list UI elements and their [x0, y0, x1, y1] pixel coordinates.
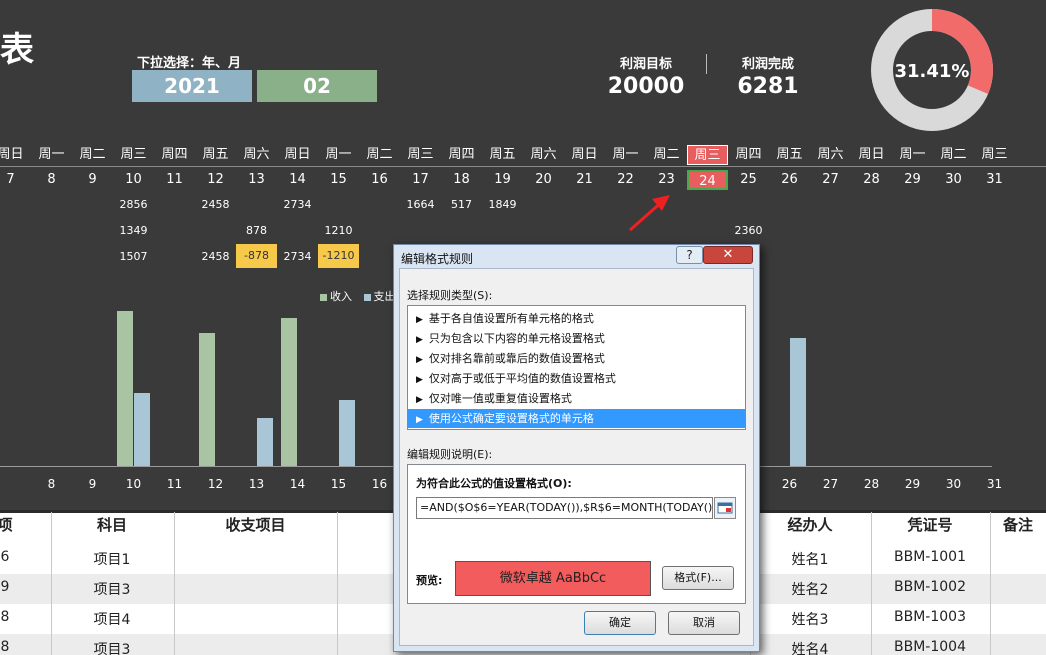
triangle-right-icon: ▶ [416, 395, 423, 405]
rule-type-item[interactable]: ▶ 使用公式确定要设置格式的单元格 [408, 409, 745, 428]
rule-type-label: 仅对排名靠前或靠后的数值设置格式 [428, 352, 605, 365]
rule-type-label: 仅对高于或低于平均值的数值设置格式 [428, 372, 616, 385]
rule-type-label: 仅对唯一值或重复值设置格式 [428, 392, 572, 405]
formula-label: 为符合此公式的值设置格式(O): [416, 477, 572, 490]
rule-type-label: 基于各自值设置所有单元格的格式 [428, 312, 594, 325]
rule-type-label: 只为包含以下内容的单元格设置格式 [428, 332, 605, 345]
help-icon[interactable]: ? [676, 246, 703, 264]
rule-type-item[interactable]: ▶ 仅对排名靠前或靠后的数值设置格式 [408, 349, 745, 368]
rule-type-item[interactable]: ▶ 基于各自值设置所有单元格的格式 [408, 309, 745, 328]
triangle-right-icon: ▶ [416, 355, 423, 365]
dialog-title: 编辑格式规则 [401, 252, 474, 266]
rule-type-label: 使用公式确定要设置格式的单元格 [428, 412, 594, 425]
cancel-button[interactable]: 取消 [668, 611, 740, 635]
format-preview: 微软卓越 AaBbCc [455, 561, 651, 596]
format-button[interactable]: 格式(F)... [662, 566, 734, 590]
triangle-right-icon: ▶ [416, 335, 423, 345]
triangle-right-icon: ▶ [416, 375, 423, 385]
range-select-icon [717, 502, 733, 514]
rule-type-item[interactable]: ▶ 只为包含以下内容的单元格设置格式 [408, 329, 745, 348]
rule-type-item[interactable]: ▶ 仅对高于或低于平均值的数值设置格式 [408, 369, 745, 388]
triangle-right-icon: ▶ [416, 415, 423, 425]
ok-button[interactable]: 确定 [584, 611, 656, 635]
formula-input[interactable]: =AND($O$6=YEAR(TODAY()),$R$6=MONTH(TODAY… [416, 497, 713, 519]
rule-type-label: 选择规则类型(S): [407, 289, 493, 302]
close-icon[interactable]: ✕ [703, 246, 753, 264]
collapse-dialog-button[interactable] [714, 497, 736, 519]
rule-type-item[interactable]: ▶ 仅对唯一值或重复值设置格式 [408, 389, 745, 408]
rule-desc-label: 编辑规则说明(E): [407, 448, 493, 461]
preview-label: 预览: [416, 574, 443, 587]
triangle-right-icon: ▶ [416, 315, 423, 325]
